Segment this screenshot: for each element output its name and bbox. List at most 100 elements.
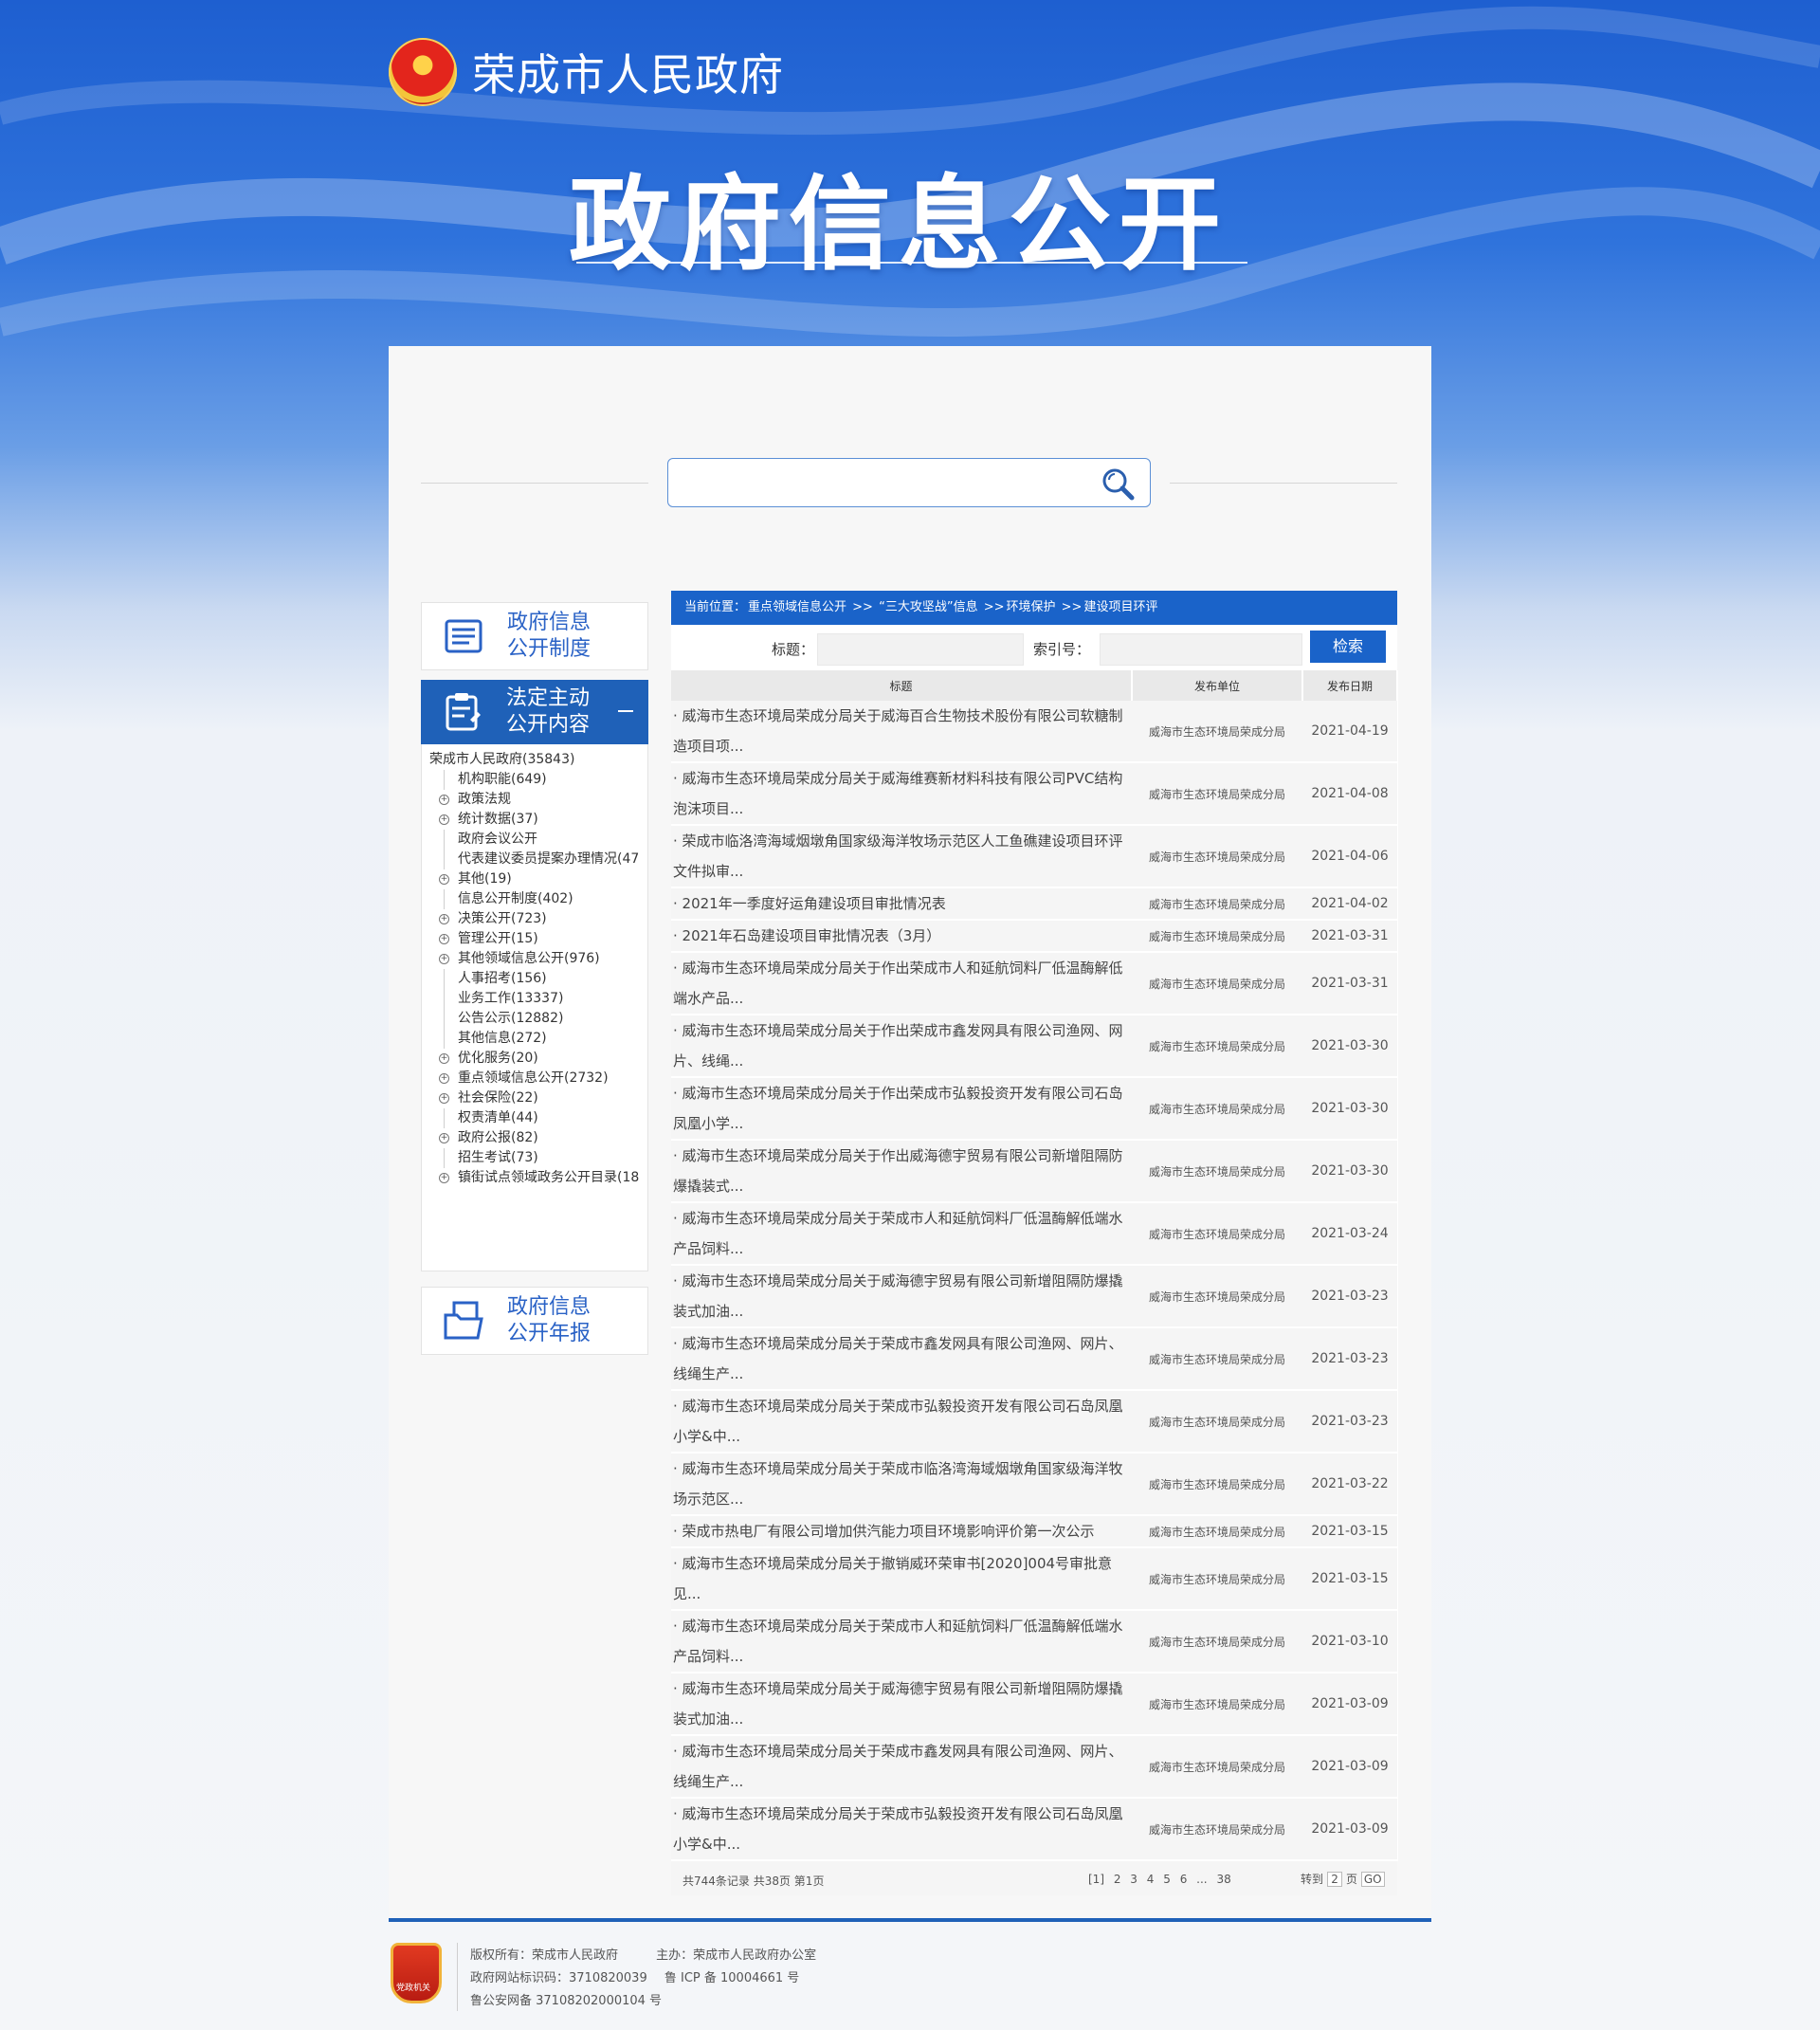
tree-item-label[interactable]: 机构职能(649): [458, 772, 547, 787]
tree-item-label[interactable]: 其他(19): [458, 871, 512, 887]
row-title-link[interactable]: · 2021年一季度好运角建设项目审批情况表: [671, 887, 1132, 921]
tree-item[interactable]: 业务工作(13337): [429, 989, 647, 1009]
tree-item[interactable]: 权责清单(44): [429, 1108, 647, 1128]
tree-item-label[interactable]: 公告公示(12882): [458, 1011, 563, 1026]
sidebar-card-annual-report[interactable]: 政府信息 公开年报: [421, 1287, 648, 1355]
expand-icon[interactable]: +: [439, 1073, 449, 1084]
tree-item-label[interactable]: 业务工作(13337): [458, 991, 563, 1006]
tree-item[interactable]: 代表建议委员提案办理情况(47: [429, 850, 647, 869]
sidebar-card-statutory-content[interactable]: 法定主动 公开内容: [421, 680, 648, 744]
page-link[interactable]: 4: [1147, 1873, 1155, 1886]
search-button[interactable]: 检索: [1310, 631, 1386, 663]
page-link-last[interactable]: 38: [1216, 1873, 1230, 1886]
title-filter-input[interactable]: [817, 633, 1024, 666]
tree-item-label[interactable]: 政策法规: [458, 792, 511, 807]
tree-item-label[interactable]: 社会保险(22): [458, 1090, 538, 1106]
row-title-link[interactable]: · 威海市生态环境局荣成分局关于作出威海德宇贸易有限公司新增阻隔防爆撬装式...: [671, 1140, 1132, 1203]
expand-icon[interactable]: +: [439, 954, 449, 964]
tree-item[interactable]: 机构职能(649): [429, 770, 647, 790]
tree-item-label[interactable]: 其他领域信息公开(976): [458, 951, 600, 966]
tree-item[interactable]: + 政府公报(82): [429, 1128, 647, 1148]
row-title-link[interactable]: · 威海市生态环境局荣成分局关于荣成市鑫发网具有限公司渔网、网片、线绳生产...: [671, 1327, 1132, 1391]
tree-item-label[interactable]: 权责清单(44): [458, 1110, 538, 1125]
row-title-link[interactable]: · 荣成市临洛湾海域烟墩角国家级海洋牧场示范区人工鱼礁建设项目环评文件拟审...: [671, 825, 1132, 888]
page-link[interactable]: 2: [1114, 1873, 1121, 1886]
page-link[interactable]: 5: [1163, 1873, 1171, 1886]
tree-item-label[interactable]: 管理公开(15): [458, 931, 538, 946]
row-title-link[interactable]: · 威海市生态环境局荣成分局关于荣成市弘毅投资开发有限公司石岛凤凰小学&中...: [671, 1390, 1132, 1454]
tree-item-label[interactable]: 人事招考(156): [458, 971, 547, 986]
tree-item[interactable]: + 政策法规: [429, 790, 647, 810]
tree-item[interactable]: + 镇街试点领域政务公开目录(18: [429, 1168, 647, 1188]
tree-item-label[interactable]: 优化服务(20): [458, 1051, 538, 1066]
row-title-link[interactable]: · 威海市生态环境局荣成分局关于作出荣成市鑫发网具有限公司渔网、网片、线绳...: [671, 1015, 1132, 1078]
page-link[interactable]: 3: [1130, 1873, 1138, 1886]
breadcrumb-link[interactable]: “三大攻坚战”信息: [879, 600, 977, 614]
tree-item[interactable]: 信息公开制度(402): [429, 889, 647, 909]
tree-item[interactable]: + 其他领域信息公开(976): [429, 949, 647, 969]
tree-item[interactable]: + 管理公开(15): [429, 929, 647, 949]
site-search-input[interactable]: [667, 458, 1151, 507]
tree-item[interactable]: 政府会议公开: [429, 830, 647, 850]
tree-item-label[interactable]: 其他信息(272): [458, 1031, 547, 1046]
expand-icon[interactable]: +: [439, 934, 449, 944]
tree-item[interactable]: + 优化服务(20): [429, 1049, 647, 1069]
sidebar-card-disclosure-system[interactable]: 政府信息 公开制度: [421, 602, 648, 670]
row-title-link[interactable]: · 威海市生态环境局荣成分局关于威海德宇贸易有限公司新增阻隔防爆撬装式加油...: [671, 1265, 1132, 1328]
tree-item[interactable]: 人事招考(156): [429, 969, 647, 989]
tree-item-label[interactable]: 代表建议委员提案办理情况(47: [458, 851, 639, 867]
tree-item[interactable]: + 统计数据(37): [429, 810, 647, 830]
tree-item-label[interactable]: 镇街试点领域政务公开目录(18: [458, 1170, 639, 1185]
row-title-link[interactable]: · 荣成市热电厂有限公司增加供汽能力项目环境影响评价第一次公示: [671, 1515, 1132, 1548]
site-logo[interactable]: 荣成市人民政府: [389, 38, 784, 106]
page-link[interactable]: 6: [1180, 1873, 1188, 1886]
expand-icon[interactable]: +: [439, 1053, 449, 1064]
tree-item[interactable]: 公告公示(12882): [429, 1009, 647, 1029]
expand-icon[interactable]: +: [439, 914, 449, 924]
expand-icon[interactable]: +: [439, 1133, 449, 1143]
tree-item[interactable]: + 其他(19): [429, 869, 647, 889]
government-badge-icon[interactable]: [391, 1943, 442, 2003]
row-title-link[interactable]: · 威海市生态环境局荣成分局关于作出荣成市人和延航饲料厂低温酶解低端水产品...: [671, 952, 1132, 1015]
police-record-link[interactable]: 鲁公安网备 37108202000104 号: [470, 1990, 662, 2008]
row-title-link[interactable]: · 威海市生态环境局荣成分局关于威海维赛新材料科技有限公司PVC结构泡沫项目..…: [671, 762, 1132, 826]
tree-item[interactable]: 招生考试(73): [429, 1148, 647, 1168]
row-title-link[interactable]: · 威海市生态环境局荣成分局关于撤销威环荣审书[2020]004号审批意见...: [671, 1547, 1132, 1611]
tree-item-label[interactable]: 决策公开(723): [458, 911, 547, 926]
tree-item-label[interactable]: 招生考试(73): [458, 1150, 538, 1165]
tree-item-label[interactable]: 政府公报(82): [458, 1130, 538, 1145]
tree-item-label[interactable]: 信息公开制度(402): [458, 891, 573, 906]
row-title-link[interactable]: · 威海市生态环境局荣成分局关于荣成市人和延航饲料厂低温酶解低端水产品饲料...: [671, 1202, 1132, 1266]
row-title-link[interactable]: · 威海市生态环境局荣成分局关于威海德宇贸易有限公司新增阻隔防爆撬装式加油...: [671, 1673, 1132, 1736]
tree-item-label[interactable]: 统计数据(37): [458, 812, 538, 827]
icp-link[interactable]: 鲁 ICP 备 10004661 号: [664, 1971, 799, 1985]
breadcrumb-link[interactable]: 环境保护: [1007, 600, 1056, 614]
expand-icon[interactable]: +: [439, 814, 449, 825]
tree-item-label[interactable]: 重点领域信息公开(2732): [458, 1070, 609, 1086]
expand-icon[interactable]: +: [439, 1093, 449, 1104]
tree-item[interactable]: + 社会保险(22): [429, 1088, 647, 1108]
row-title-link[interactable]: · 威海市生态环境局荣成分局关于荣成市临洛湾海域烟墩角国家级海洋牧场示范区...: [671, 1453, 1132, 1516]
go-button[interactable]: GO: [1360, 1872, 1385, 1887]
row-title-link[interactable]: · 威海市生态环境局荣成分局关于作出荣成市弘毅投资开发有限公司石岛凤凰小学...: [671, 1077, 1132, 1141]
index-filter-input[interactable]: [1100, 633, 1302, 666]
expand-icon[interactable]: +: [439, 1173, 449, 1183]
row-title-link[interactable]: · 威海市生态环境局荣成分局关于荣成市弘毅投资开发有限公司石岛凤凰小学&中...: [671, 1798, 1132, 1861]
tree-item[interactable]: + 决策公开(723): [429, 909, 647, 929]
row-title-link[interactable]: · 威海市生态环境局荣成分局关于威海百合生物技术股份有限公司软糖制造项目项...: [671, 701, 1132, 763]
expand-icon[interactable]: +: [439, 874, 449, 885]
breadcrumb-link[interactable]: 建设项目环评: [1083, 600, 1157, 614]
tree-item[interactable]: + 重点领域信息公开(2732): [429, 1069, 647, 1088]
search-icon[interactable]: [1101, 466, 1137, 503]
tree-root[interactable]: 荣成市人民政府(35843): [429, 750, 647, 770]
tree-item-label[interactable]: 政府会议公开: [458, 832, 537, 847]
expand-icon[interactable]: +: [439, 795, 449, 805]
row-title-link[interactable]: · 威海市生态环境局荣成分局关于荣成市人和延航饲料厂低温酶解低端水产品饲料...: [671, 1610, 1132, 1673]
page-link-current[interactable]: [1]: [1088, 1873, 1104, 1886]
jump-page-input[interactable]: 2: [1327, 1872, 1343, 1887]
row-title-link[interactable]: · 威海市生态环境局荣成分局关于荣成市鑫发网具有限公司渔网、网片、线绳生产...: [671, 1735, 1132, 1799]
breadcrumb-link[interactable]: 重点领域信息公开: [748, 600, 846, 614]
tree-item[interactable]: 其他信息(272): [429, 1029, 647, 1049]
collapse-icon[interactable]: [618, 710, 633, 712]
row-title-link[interactable]: · 2021年石岛建设项目审批情况表（3月）: [671, 920, 1132, 953]
